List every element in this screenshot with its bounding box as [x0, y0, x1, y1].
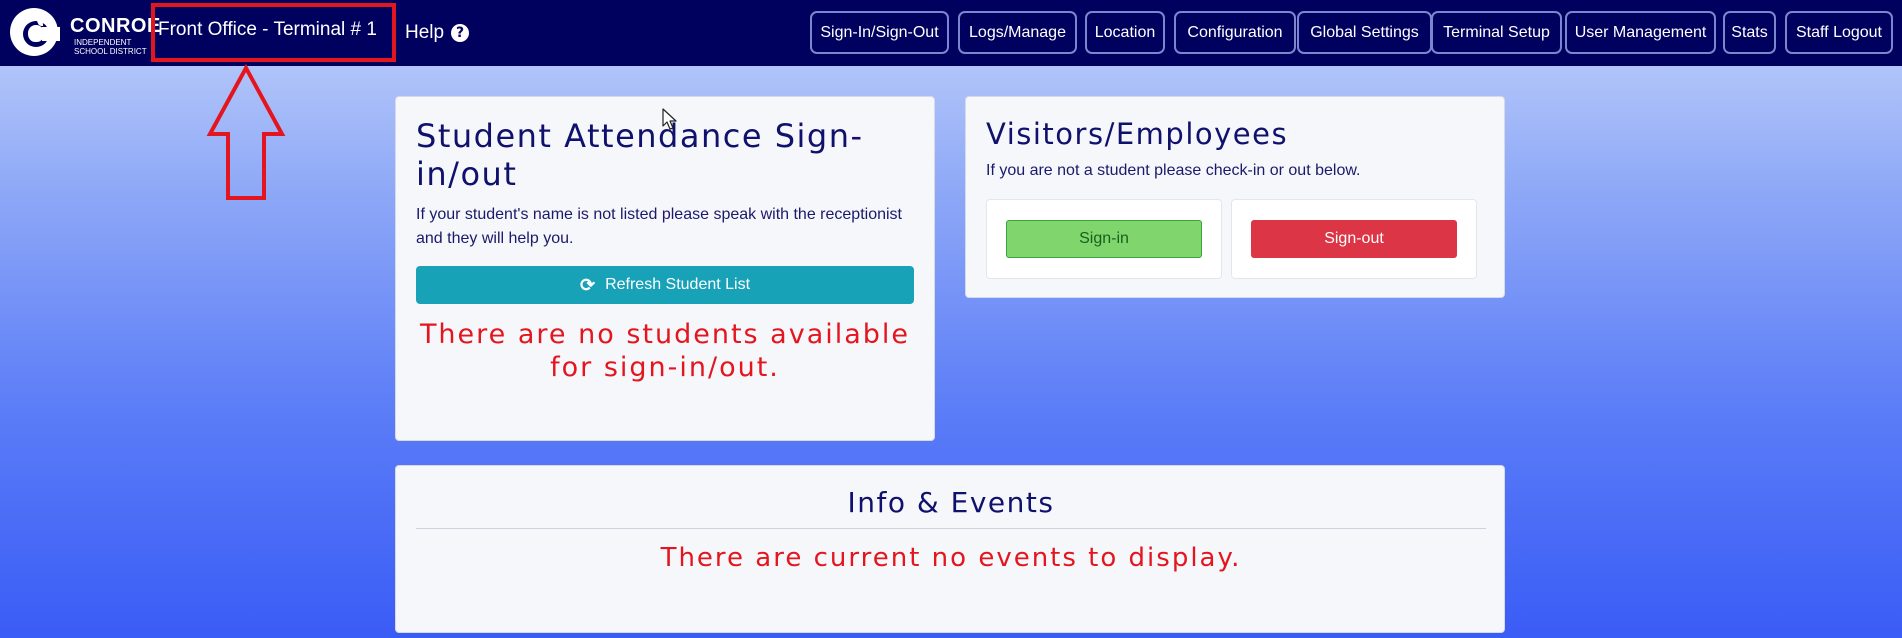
apple-icon [28, 25, 44, 42]
visitors-employees-card: Visitors/Employees If you are not a stud… [965, 96, 1505, 298]
district-logo[interactable]: CONROE INDEPENDENT SCHOOL DISTRICT [8, 6, 160, 58]
nav-staff-logout-button[interactable]: Staff Logout [1785, 11, 1893, 54]
mouse-cursor-icon [662, 108, 677, 130]
nav-sign-in-sign-out-button[interactable]: Sign-In/Sign-Out [810, 11, 949, 54]
no-events-message: There are current no events to display. [660, 543, 1242, 573]
visitors-card-title: Visitors/Employees [986, 117, 1289, 151]
signout-panel: Sign-out [1231, 199, 1477, 279]
student-card-description: If your student's name is not listed ple… [416, 206, 902, 247]
signin-panel: Sign-in [986, 199, 1222, 279]
visitors-card-description: If you are not a student please check-in… [986, 162, 1361, 179]
visitor-sign-in-button[interactable]: Sign-in [1006, 220, 1202, 258]
help-label: Help [405, 22, 445, 43]
logo-name: CONROE [70, 15, 161, 37]
nav-location-button[interactable]: Location [1085, 11, 1165, 54]
refresh-student-list-button[interactable]: ⟳ Refresh Student List [416, 266, 914, 304]
events-card-title: Info & Events [847, 486, 1055, 519]
annotation-up-arrow-icon [206, 64, 286, 200]
events-divider [416, 528, 1486, 529]
no-students-message: There are no students available for sign… [419, 319, 911, 383]
student-attendance-card: Student Attendance Sign-in/out If your s… [395, 96, 935, 441]
nav-stats-button[interactable]: Stats [1723, 11, 1776, 54]
nav-configuration-button[interactable]: Configuration [1174, 11, 1296, 54]
logo-emblem [10, 8, 60, 56]
refresh-label: Refresh Student List [605, 276, 751, 293]
nav-user-management-button[interactable]: User Management [1565, 11, 1716, 54]
nav-terminal-setup-button[interactable]: Terminal Setup [1431, 11, 1562, 54]
question-circle-icon: ? [451, 24, 470, 42]
refresh-icon: ⟳ [579, 274, 596, 295]
nav-global-settings-button[interactable]: Global Settings [1297, 11, 1432, 54]
info-events-card: Info & Events There are current no event… [395, 465, 1505, 633]
visitor-sign-out-button[interactable]: Sign-out [1251, 220, 1457, 258]
help-link[interactable]: Help ? [405, 22, 470, 44]
logo-subtitle: INDEPENDENT SCHOOL DISTRICT [74, 38, 147, 56]
nav-logs-manage-button[interactable]: Logs/Manage [958, 11, 1077, 54]
annotation-highlight-box [151, 3, 396, 62]
